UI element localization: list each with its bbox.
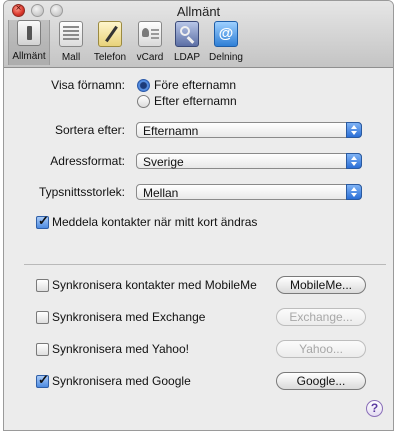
google-button[interactable]: Google... <box>276 372 366 390</box>
section-divider <box>24 264 386 265</box>
checkmark-icon: ✓ <box>38 372 49 387</box>
sort-by-label: Sortera efter: <box>54 123 125 137</box>
vcard-icon <box>138 21 162 47</box>
checkmark-icon: ✓ <box>38 213 49 228</box>
preferences-window: × Allmänt Allmänt Mall Telefon vCard LDA… <box>3 0 394 431</box>
sort-by-popup[interactable]: Efternamn <box>136 122 362 138</box>
font-size-popup[interactable]: Mellan <box>136 184 362 200</box>
mobileme-button[interactable]: MobileMe... <box>276 276 366 294</box>
notify-contacts-checkbox[interactable]: ✓ <box>36 213 49 229</box>
updown-arrows-icon <box>346 122 362 138</box>
address-format-value: Sverige <box>143 155 184 169</box>
updown-arrows-icon <box>346 184 362 200</box>
phone-pencil-icon <box>98 21 122 47</box>
preferences-content: Visa förnamn: Före efternamn Efter efter… <box>4 68 393 430</box>
sync-google-label[interactable]: Synkronisera med Google <box>52 374 191 388</box>
sync-yahoo-label[interactable]: Synkronisera med Yahoo! <box>52 342 189 356</box>
window-title: Allmänt <box>176 4 221 19</box>
help-button[interactable]: ? <box>366 400 383 417</box>
display-name-label: Visa förnamn: <box>51 78 125 92</box>
sort-by-value: Efternamn <box>143 124 199 138</box>
address-format-popup[interactable]: Sverige <box>136 153 362 169</box>
sync-exchange-label[interactable]: Synkronisera med Exchange <box>52 310 205 324</box>
updown-arrows-icon <box>346 153 362 169</box>
address-format-label: Adressformat: <box>50 154 125 168</box>
radio-after-lastname[interactable] <box>137 95 150 108</box>
exchange-button[interactable]: Exchange... <box>276 308 366 326</box>
sync-yahoo-checkbox[interactable] <box>36 343 49 356</box>
sync-exchange-checkbox[interactable] <box>36 311 49 324</box>
sync-mobileme-checkbox[interactable] <box>36 279 49 292</box>
at-sign-glyph: @ <box>218 25 234 42</box>
general-switch-icon <box>17 20 41 46</box>
title-bar: × Allmänt Allmänt Mall Telefon vCard LDA… <box>4 1 393 68</box>
radio-after-lastname-label[interactable]: Efter efternamn <box>154 94 237 108</box>
toolbar-label-allmant: Allmänt <box>12 51 46 62</box>
toolbar-label-delning: Delning <box>209 52 243 63</box>
sync-google-checkbox[interactable]: ✓ <box>36 372 49 388</box>
font-size-label: Typsnittsstorlek: <box>38 185 125 199</box>
template-icon <box>59 21 83 47</box>
font-size-value: Mellan <box>143 186 179 200</box>
ldap-search-icon <box>175 21 199 47</box>
yahoo-button[interactable]: Yahoo... <box>276 340 366 358</box>
radio-before-lastname-label[interactable]: Före efternamn <box>154 78 236 92</box>
sync-mobileme-label[interactable]: Synkronisera kontakter med MobileMe <box>52 278 257 292</box>
help-icon: ? <box>370 401 379 415</box>
toolbar-item-allmant[interactable]: Allmänt <box>8 20 50 65</box>
radio-before-lastname[interactable] <box>137 79 150 92</box>
notify-contacts-label[interactable]: Meddela kontakter när mitt kort ändras <box>52 215 257 229</box>
at-sign-icon: @ <box>214 21 238 47</box>
